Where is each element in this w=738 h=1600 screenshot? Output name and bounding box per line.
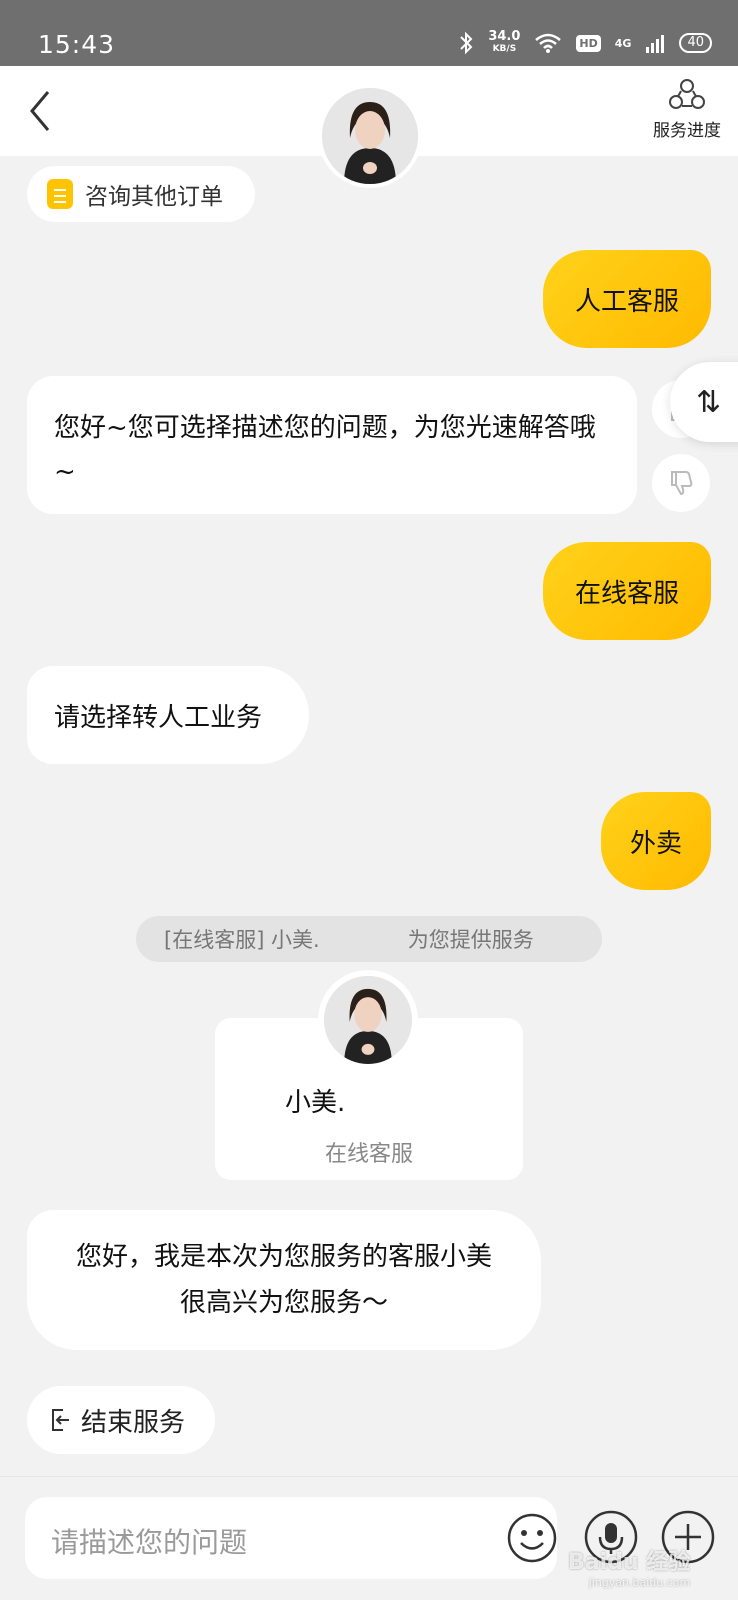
avatar-portrait-icon	[324, 976, 412, 1064]
battery-indicator: 40	[679, 33, 712, 53]
user-message-bubble: 外卖	[601, 792, 711, 890]
system-notice: [在线客服] 小美. 为您提供服务	[136, 916, 602, 962]
user-message-bubble: 在线客服	[543, 542, 711, 640]
back-arrow-icon[interactable]	[22, 88, 58, 134]
agent-message-line: 您好，我是本次为您服务的客服小美	[75, 1242, 492, 1272]
agent-avatar[interactable]	[318, 84, 422, 188]
consult-other-order-label: 咨询其他订单	[85, 184, 223, 210]
service-progress-icon	[669, 79, 705, 109]
speed-unit: KB/S	[492, 44, 517, 54]
agent-role: 在线客服	[324, 1142, 413, 1167]
service-progress-label: 服务进度	[653, 121, 721, 141]
agent-message-line: 很高兴为您服务～	[179, 1288, 388, 1318]
emoji-icon[interactable]	[506, 1512, 558, 1564]
bot-message-bubble: 您好~您可选择描述您的问题，为您光速解答哦~	[27, 376, 637, 514]
message-input[interactable]: 请描述您的问题	[25, 1497, 557, 1579]
user-message-bubble: 人工客服	[543, 250, 711, 348]
end-service-label: 结束服务	[81, 1407, 186, 1438]
status-time: 15:43	[38, 30, 116, 59]
dislike-button[interactable]	[652, 454, 710, 512]
message-input-placeholder: 请描述您的问题	[51, 1526, 248, 1559]
document-icon	[47, 179, 73, 209]
status-bar: 15:43 34.0 KB/S HD 4G 40	[0, 0, 738, 66]
end-service-button[interactable]: 结束服务	[27, 1386, 215, 1454]
agent-card-avatar	[318, 970, 418, 1070]
signal-4g: 4G	[614, 36, 632, 50]
agent-name: 小美.	[285, 1088, 346, 1118]
signal-icon	[646, 35, 665, 53]
avatar-portrait-icon	[322, 88, 418, 184]
network-speed: 34.0 KB/S	[488, 30, 520, 56]
bluetooth-icon	[460, 31, 473, 55]
speed-value: 34.0	[488, 29, 521, 44]
notice-suffix: 为您提供服务	[407, 928, 534, 952]
agent-message-bubble: 您好，我是本次为您服务的客服小美 很高兴为您服务～	[27, 1210, 541, 1350]
wifi-icon	[535, 33, 562, 53]
notice-prefix: [在线客服] 小美.	[164, 928, 320, 952]
exit-icon	[52, 1409, 69, 1431]
bot-message-bubble: 请选择转人工业务	[27, 666, 309, 764]
watermark-domain: jingyan.baidu.com	[588, 1576, 691, 1589]
hd-badge: HD	[576, 34, 601, 52]
thumbs-down-icon	[671, 471, 693, 496]
watermark-brand: Baidu 经验	[568, 1550, 691, 1575]
consult-other-order-chip[interactable]: 咨询其他订单	[27, 166, 255, 222]
baidu-watermark: Baidu 经验 jingyan.baidu.com	[568, 1544, 690, 1589]
status-icons: 34.0 KB/S HD 4G 40	[458, 30, 712, 56]
service-progress-button[interactable]: 服务进度	[644, 78, 730, 150]
